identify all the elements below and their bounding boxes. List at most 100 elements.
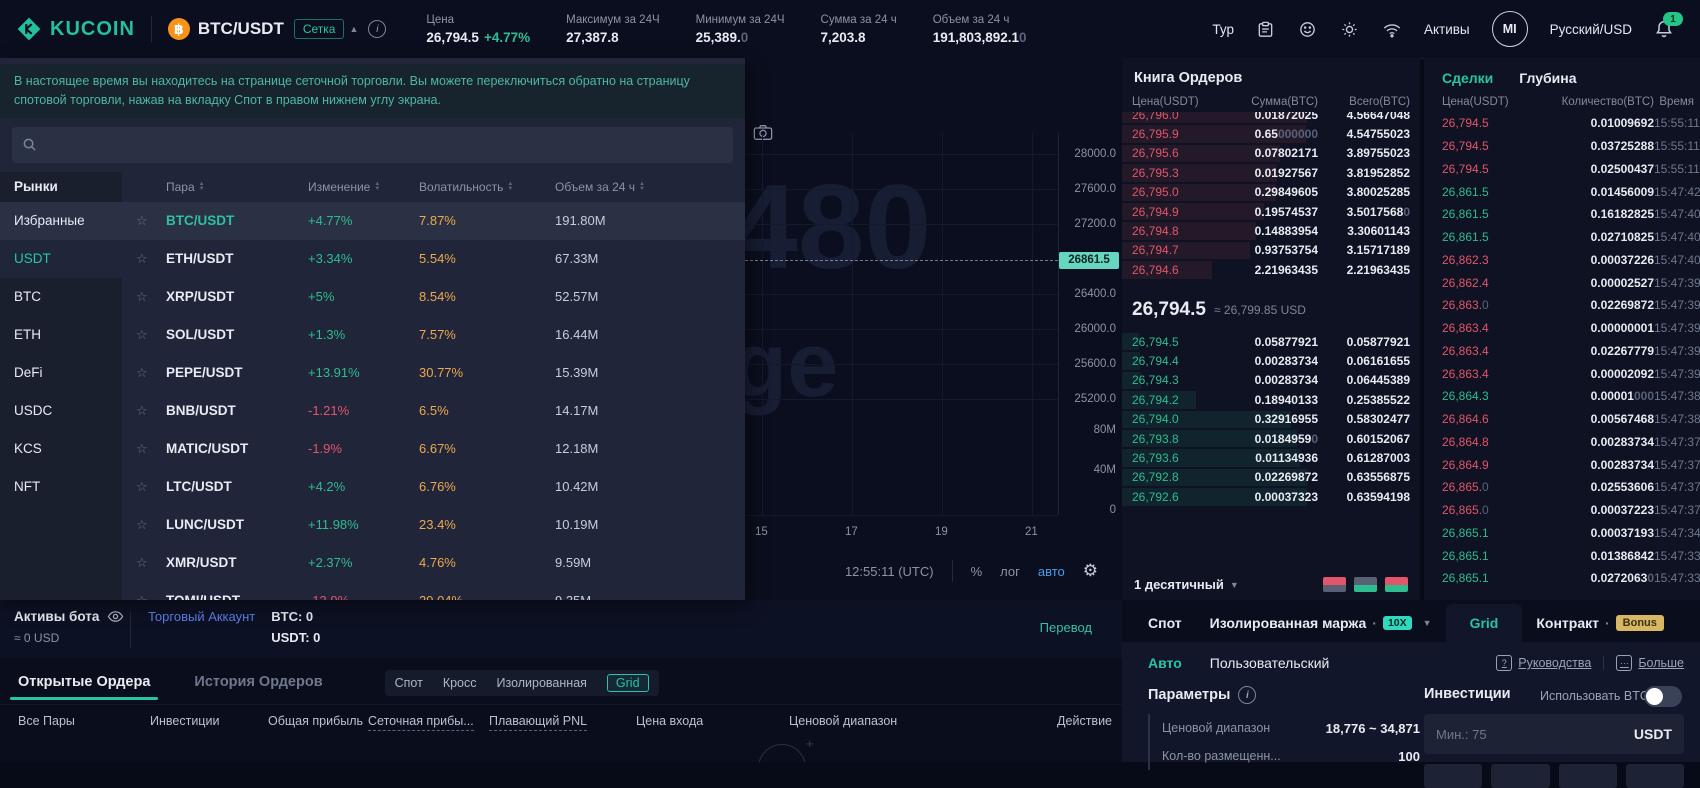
auto-scale-button[interactable]: авто — [1038, 564, 1065, 579]
tab-depth[interactable]: Глубина — [1519, 70, 1576, 86]
orders-column-header[interactable]: Сеточная прибы... — [368, 714, 474, 731]
trade-row[interactable]: 26,794.50.0100969215:55:11 — [1424, 112, 1700, 135]
book-view-asks-icon[interactable] — [1323, 577, 1346, 592]
sidebar-item-избранные[interactable]: Избранные — [0, 202, 122, 240]
params-info-icon[interactable]: i — [1238, 686, 1256, 704]
more-link[interactable]: ··· Больше — [1616, 655, 1684, 671]
star-icon[interactable]: ☆ — [122, 593, 166, 601]
chevron-up-icon[interactable]: ▲ — [349, 24, 358, 34]
trade-row[interactable]: 26,864.80.0028373415:47:37 — [1424, 431, 1700, 454]
sidebar-item-nft[interactable]: NFT — [0, 468, 122, 506]
trade-row[interactable]: 26,865.10.0138684215:47:33 — [1424, 544, 1700, 567]
market-row[interactable]: ☆XRP/USDT+5%8.54%52.57M — [122, 278, 745, 316]
camera-snapshot-icon[interactable] — [753, 124, 773, 141]
trade-row[interactable]: 26,863.00.0226987215:47:39 — [1424, 294, 1700, 317]
ask-row[interactable]: 26,794.62.219634352.21963435 — [1122, 260, 1420, 279]
eye-icon[interactable] — [107, 610, 124, 623]
bid-row[interactable]: 26,794.30.002837340.06445389 — [1122, 371, 1420, 390]
market-row[interactable]: ☆ETH/USDT+3.34%5.54%67.33M — [122, 240, 745, 278]
trade-row[interactable]: 26,864.60.0056746815:47:38 — [1424, 408, 1700, 431]
sidebar-item-usdc[interactable]: USDC — [0, 392, 122, 430]
chart-settings-gear-icon[interactable]: ⚙ — [1083, 561, 1098, 581]
ask-row[interactable]: 26,795.00.298496053.80025285 — [1122, 183, 1420, 202]
trade-row[interactable]: 26,861.50.0145600915:47:42 — [1424, 180, 1700, 203]
sidebar-item-defi[interactable]: DeFi — [0, 354, 122, 392]
ask-row[interactable]: 26,794.90.195745373.50175680 — [1122, 202, 1420, 221]
percent-scale-button[interactable]: % — [971, 564, 983, 579]
search-input[interactable] — [45, 136, 723, 153]
trade-row[interactable]: 26,794.50.0372528815:55:11 — [1424, 135, 1700, 158]
market-row[interactable]: ☆PEPE/USDT+13.91%30.77%15.39M — [122, 354, 745, 392]
trade-row[interactable]: 26,864.90.0028373415:47:37 — [1424, 453, 1700, 476]
guides-link[interactable]: ? Руководства — [1496, 655, 1591, 671]
tour-link[interactable]: Тур — [1212, 22, 1234, 37]
market-row[interactable]: ☆LTC/USDT+4.2%6.76%10.42M — [122, 468, 745, 506]
trade-row[interactable]: 26,865.10.0272063015:47:33 — [1424, 567, 1700, 590]
tab-contract[interactable]: Контракт· Bonus — [1522, 604, 1678, 642]
trade-row[interactable]: 26,862.40.0000252715:47:39 — [1424, 271, 1700, 294]
trade-row[interactable]: 26,863.40.0226777915:47:39 — [1424, 340, 1700, 363]
trading-account-link[interactable]: Торговый Аккаунт — [148, 609, 255, 645]
column-header[interactable]: Объем за 24 ч▲▼ — [555, 180, 745, 194]
star-icon[interactable]: ☆ — [122, 517, 166, 533]
trade-row[interactable]: 26,865.00.0255360615:47:37 — [1424, 476, 1700, 499]
tab-spot[interactable]: Спот — [1122, 604, 1196, 642]
star-icon[interactable]: ☆ — [122, 251, 166, 267]
star-icon[interactable]: ☆ — [122, 479, 166, 495]
segment-grid[interactable]: Grid — [607, 674, 649, 692]
ask-row[interactable]: 26,795.60.078021713.89755023 — [1122, 144, 1420, 163]
trade-row[interactable]: 26,861.50.1618282515:47:40 — [1424, 203, 1700, 226]
grid-mode-chip[interactable]: Сетка — [294, 19, 345, 39]
bid-row[interactable]: 26,794.40.002837340.06161655 — [1122, 351, 1420, 370]
tab-isolated-margin[interactable]: Изолированная маржа· 10X ▼ — [1196, 604, 1446, 642]
sidebar-item-eth[interactable]: ETH — [0, 316, 122, 354]
market-row[interactable]: ☆XMR/USDT+2.37%4.76%9.59M — [122, 544, 745, 582]
ask-row[interactable]: 26,794.70.937537543.15717189 — [1122, 241, 1420, 260]
percent-button[interactable] — [1491, 764, 1549, 788]
book-view-bids-icon[interactable] — [1354, 577, 1377, 592]
support-chat-icon[interactable] — [1298, 19, 1318, 39]
star-icon[interactable]: ☆ — [122, 403, 166, 419]
bid-row[interactable]: 26,794.00.329169550.58302477 — [1122, 410, 1420, 429]
trade-row[interactable]: 26,863.40.0000000115:47:39 — [1424, 317, 1700, 340]
market-row[interactable]: ☆BNB/USDT-1.21%6.5%14.17M — [122, 392, 745, 430]
sidebar-item-kcs[interactable]: KCS — [0, 430, 122, 468]
column-header[interactable]: Изменение▲▼ — [308, 180, 419, 194]
star-icon[interactable]: ☆ — [122, 365, 166, 381]
book-view-both-icon[interactable] — [1385, 577, 1408, 592]
star-icon[interactable]: ☆ — [122, 213, 166, 229]
column-header[interactable]: Волатильность▲▼ — [419, 180, 555, 194]
ask-row[interactable]: 26,796.00.018720254.56647048 — [1122, 112, 1420, 124]
trade-row[interactable]: 26,794.50.0250043715:55:11 — [1424, 158, 1700, 181]
market-row[interactable]: ☆LUNC/USDT+11.98%23.4%10.19M — [122, 506, 745, 544]
trade-row[interactable]: 26,864.30.0000100015:47:38 — [1424, 385, 1700, 408]
transfer-link[interactable]: Перевод — [1040, 620, 1092, 635]
star-icon[interactable]: ☆ — [122, 555, 166, 571]
ask-row[interactable]: 26,795.90.650000004.54755023 — [1122, 124, 1420, 143]
assets-menu[interactable]: Активы — [1424, 22, 1470, 37]
market-row[interactable]: ☆BTC/USDT+4.77%7.87%191.80M — [122, 202, 745, 240]
bid-row[interactable]: 26,792.60.000373230.63594198 — [1122, 487, 1420, 506]
notifications-bell[interactable]: 1 — [1654, 19, 1674, 39]
segment-кросс[interactable]: Кросс — [443, 676, 477, 690]
trade-row[interactable]: 26,861.50.0271082515:47:40 — [1424, 226, 1700, 249]
segment-спот[interactable]: Спот — [395, 676, 423, 690]
star-icon[interactable]: ☆ — [122, 441, 166, 457]
precision-selector[interactable]: 1 десятичный — [1134, 577, 1224, 592]
mode-custom[interactable]: Пользовательский — [1210, 655, 1330, 671]
bid-row[interactable]: 26,793.60.011349360.61287003 — [1122, 448, 1420, 467]
trade-row[interactable]: 26,862.30.0003722615:47:40 — [1424, 249, 1700, 272]
market-row[interactable]: ☆MATIC/USDT-1.9%6.67%12.18M — [122, 430, 745, 468]
bid-row[interactable]: 26,792.80.022698720.63556875 — [1122, 468, 1420, 487]
column-header[interactable]: Пара▲▼ — [166, 180, 308, 194]
market-search-box[interactable] — [12, 127, 733, 163]
chart-clock[interactable]: 12:55:11 (UTC) — [845, 564, 934, 579]
bid-row[interactable]: 26,794.50.058779210.05877921 — [1122, 332, 1420, 351]
trade-row[interactable]: 26,863.40.0000209215:47:39 — [1424, 362, 1700, 385]
market-row[interactable]: ☆SOL/USDT+1.3%7.57%16.44M — [122, 316, 745, 354]
tab-open-orders[interactable]: Открытые Ордера — [10, 674, 158, 700]
star-icon[interactable]: ☆ — [122, 327, 166, 343]
mode-auto[interactable]: Авто — [1148, 655, 1182, 671]
trade-row[interactable]: 26,865.00.0003722315:47:37 — [1424, 499, 1700, 522]
percent-button[interactable] — [1559, 764, 1617, 788]
